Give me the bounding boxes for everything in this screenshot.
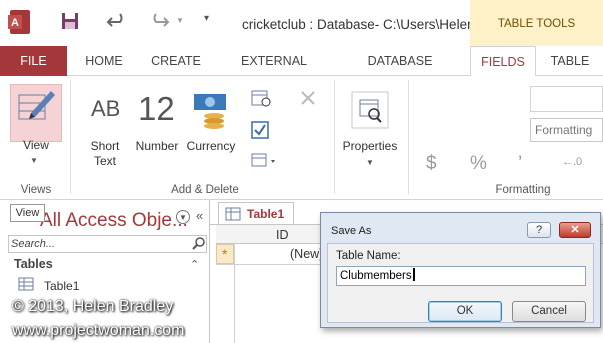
undo-icon[interactable] — [106, 10, 128, 35]
tab-home[interactable]: HOME — [80, 46, 128, 76]
text-caret — [412, 268, 415, 281]
formatting-dropdown[interactable]: Formatting — [530, 118, 603, 142]
tab-external-data[interactable]: EXTERNAL DATA — [224, 46, 324, 99]
save-as-dialog: Save As ? ✕ Table Name: Clubmembers OK C… — [320, 212, 601, 328]
table-tools-label: TABLE TOOLS — [497, 18, 576, 30]
new-record-id-cell[interactable]: (New) — [290, 247, 323, 261]
group-divider — [70, 80, 71, 194]
watermark-url: www.projectwoman.com — [12, 322, 185, 339]
data-type-dropdown[interactable] — [530, 86, 603, 112]
properties-icon[interactable] — [350, 90, 390, 133]
view-dropdown-icon[interactable]: ▼ — [30, 156, 38, 165]
collapse-section-icon[interactable]: ⌃ — [190, 258, 199, 271]
document-tab-table1[interactable]: Table1 — [218, 202, 294, 224]
ok-button[interactable]: OK — [428, 301, 502, 322]
table-icon — [225, 207, 241, 224]
column-header-id[interactable]: ID — [276, 228, 289, 242]
redo-icon[interactable] — [148, 10, 170, 35]
table-tools-context: TABLE TOOLS — [470, 0, 603, 46]
tab-fields[interactable]: FIELDS — [470, 46, 536, 77]
table-name-label: Table Name: — [336, 250, 401, 262]
title-bar: A ▼ ▾ cricketclub : Database- C:\Users\H… — [0, 0, 603, 46]
table-name-input[interactable]: Clubmembers — [336, 266, 586, 286]
view-button[interactable] — [10, 84, 62, 142]
watermark-copyright: © 2013, Helen Bradley — [12, 298, 174, 315]
short-text-button[interactable]: Short Text — [84, 139, 126, 169]
svg-text:A: A — [11, 17, 19, 29]
help-button[interactable]: ? — [527, 222, 551, 238]
nav-item-table1[interactable]: Table1 — [44, 279, 79, 293]
tab-file[interactable]: FILE — [0, 46, 67, 76]
nav-search-field[interactable]: Search... — [8, 235, 207, 253]
more-fields-icon[interactable] — [250, 152, 280, 173]
delete-field-icon[interactable] — [298, 88, 318, 111]
tab-table[interactable]: TABLE — [542, 46, 598, 76]
view-design-icon — [18, 91, 55, 120]
document-tab-label: Table1 — [247, 207, 285, 221]
yes-no-checkbox-icon[interactable] — [250, 120, 270, 143]
shutter-bar-collapse-icon[interactable]: « — [196, 208, 203, 223]
tables-section-header[interactable]: Tables — [14, 257, 53, 271]
currency-icon[interactable] — [192, 92, 228, 135]
cancel-button[interactable]: Cancel — [512, 301, 586, 322]
dialog-title: Save As — [331, 225, 372, 237]
date-time-icon[interactable] — [250, 88, 272, 111]
search-icon[interactable] — [192, 237, 206, 254]
tab-database-tools[interactable]: DATABASE TOOLS — [347, 46, 453, 99]
view-tooltip: View — [10, 204, 45, 222]
views-group-label: Views — [20, 184, 52, 196]
window-title: cricketclub : Database- C:\Users\Helen..… — [242, 17, 470, 32]
new-record-selector[interactable]: * — [216, 244, 234, 264]
close-button[interactable]: ✕ — [559, 222, 591, 238]
group-divider — [334, 80, 335, 194]
customize-toolbar-icon[interactable]: ▾ — [204, 13, 209, 24]
ribbon-tabs: FILE HOME CREATE EXTERNAL DATA DATABASE … — [0, 46, 603, 99]
decrease-decimals-icon[interactable]: ←.0 — [562, 156, 582, 168]
number-button-label[interactable]: Number — [132, 139, 182, 154]
redo-dropdown-icon[interactable]: ▼ — [176, 16, 184, 25]
save-icon[interactable] — [60, 11, 80, 34]
currency-button-label[interactable]: Currency — [184, 139, 238, 154]
table-icon — [18, 277, 34, 294]
properties-button-label[interactable]: Properties — [340, 139, 400, 154]
percent-format-icon[interactable]: % — [470, 153, 487, 175]
dialog-body: Table Name: Clubmembers OK Cancel — [327, 243, 594, 323]
number-icon[interactable]: 12 — [138, 90, 175, 128]
nav-menu-dropdown-icon[interactable]: ▼ — [176, 210, 190, 224]
tab-create[interactable]: CREATE — [148, 46, 204, 76]
access-logo-icon: A — [6, 8, 34, 36]
short-text-label-line1: Short — [90, 139, 120, 153]
new-record-marker: * — [222, 246, 228, 262]
short-text-icon[interactable]: AB — [91, 96, 120, 122]
formatting-group-label: Formatting — [495, 184, 551, 196]
table-name-value: Clubmembers — [340, 270, 412, 282]
properties-dropdown-icon[interactable]: ▼ — [366, 158, 374, 167]
group-divider — [408, 80, 409, 194]
navigation-pane-title[interactable]: All Access Obje... — [40, 210, 188, 232]
nav-search-placeholder: Search... — [11, 238, 56, 250]
currency-format-icon[interactable]: $ — [426, 153, 437, 175]
view-button-label[interactable]: View — [10, 138, 62, 152]
add-delete-group-label: Add & Delete — [171, 184, 239, 196]
ribbon: View ▼ Views AB Short Text 12 Number Cur… — [0, 76, 603, 200]
grid-line — [216, 264, 336, 265]
short-text-label-line2: Text — [93, 154, 116, 168]
grid-line — [234, 244, 235, 343]
comma-format-icon[interactable]: ’ — [518, 153, 522, 175]
